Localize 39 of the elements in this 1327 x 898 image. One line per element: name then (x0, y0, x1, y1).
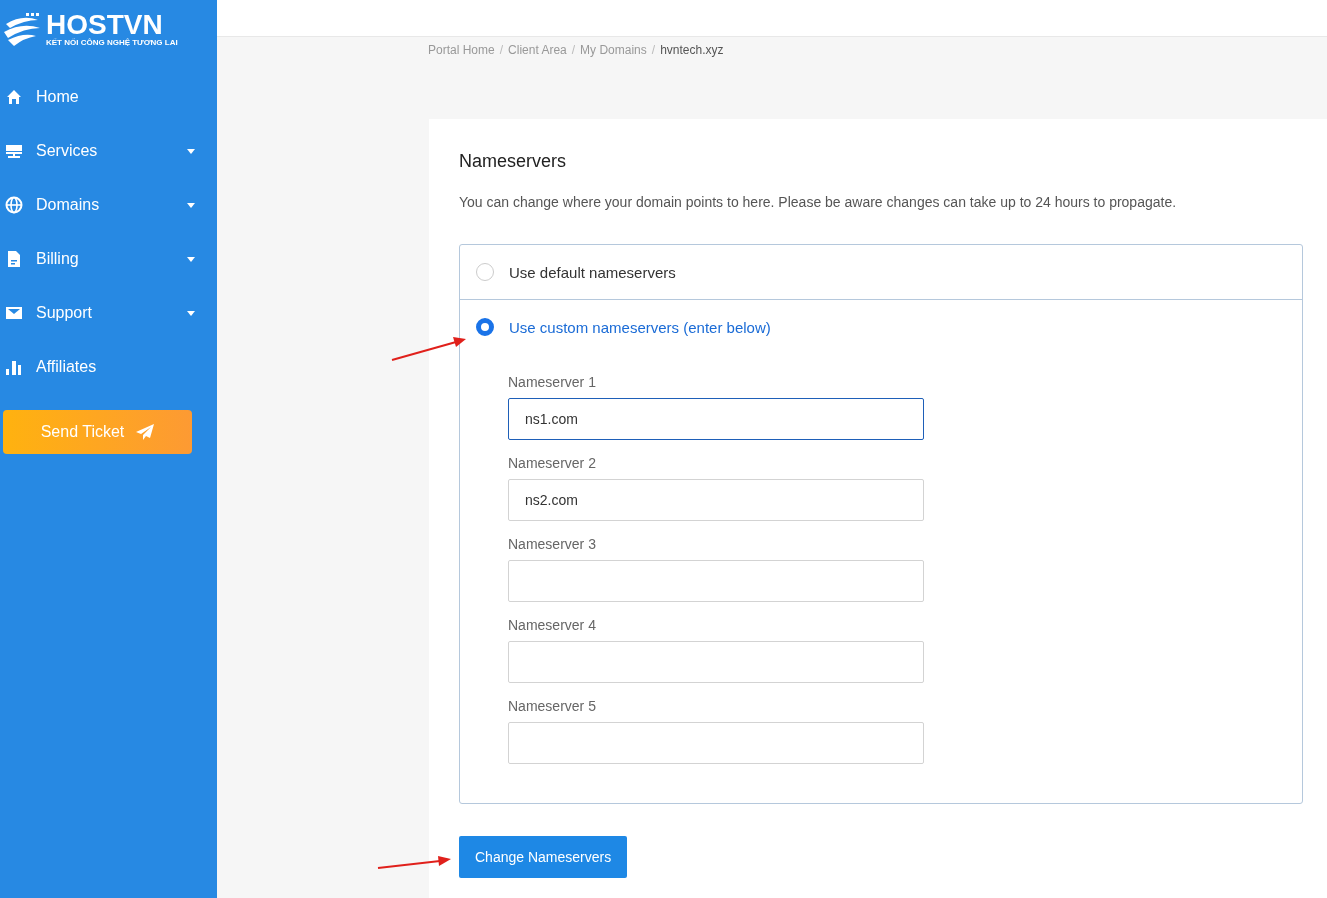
sidebar-item[interactable]: Domains (0, 178, 217, 232)
globe-icon (4, 196, 24, 214)
radio-button[interactable] (476, 263, 494, 281)
field-label: Nameserver 5 (508, 698, 597, 714)
sidebar-item[interactable]: Affiliates (0, 340, 217, 394)
option-label: Use default nameservers (509, 263, 676, 281)
card-title: Nameservers (459, 151, 568, 172)
nameserver-input[interactable] (508, 722, 924, 764)
logo-wordmark: HOSTVN (46, 12, 164, 38)
bar-chart-icon (4, 358, 24, 376)
envelope-icon (4, 304, 24, 322)
breadcrumb-link[interactable]: My Domains (580, 43, 647, 119)
field-label: Nameserver 4 (508, 617, 597, 633)
radio-button[interactable] (476, 318, 494, 336)
card-description: You can change where your domain points to here. Please be aware changes can take up to 24 hours to propagate. (459, 194, 1178, 210)
breadcrumb-separator: / (499, 43, 504, 59)
breadcrumb-separator: / (571, 43, 576, 59)
nameserver-input[interactable] (508, 641, 924, 683)
breadcrumb-link[interactable]: Client Area (508, 43, 567, 119)
sidebar-item[interactable]: Services (0, 124, 217, 178)
nameserver-input[interactable] (508, 560, 924, 602)
logo-tagline: KẾT NỐI CÔNG NGHỆ TƯƠNG LAI (46, 38, 178, 48)
field-label: Nameserver 2 (508, 455, 597, 471)
sidebar-item[interactable]: Home (0, 70, 217, 124)
send-ticket-button[interactable]: Send Ticket (3, 410, 192, 454)
sidebar-item[interactable]: Support (0, 286, 217, 340)
breadcrumb-link[interactable]: Portal Home (428, 43, 495, 119)
change-nameservers-button[interactable]: Change Nameservers (459, 836, 628, 878)
server-icon (4, 142, 24, 160)
breadcrumb-separator: / (651, 43, 656, 59)
paper-plane-icon (136, 424, 155, 440)
sidebar-item[interactable]: Billing (0, 232, 217, 286)
radio-option[interactable]: Use default nameservers (460, 245, 1302, 299)
nameserver-input[interactable]: ns1.com (508, 398, 924, 440)
option-label: Use custom nameservers (enter below) (509, 318, 771, 336)
field-label: Nameserver 1 (508, 374, 597, 390)
nameserver-input[interactable]: ns2.com (508, 479, 924, 521)
field-label: Nameserver 3 (508, 536, 597, 552)
radio-option[interactable]: Use custom nameservers (enter below) (460, 299, 1302, 354)
